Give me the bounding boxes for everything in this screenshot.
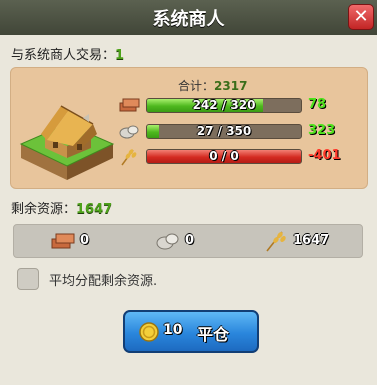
wheat-bar-text: 0 / 0 [209,149,239,163]
resource-row-wheat: 0 / 0 -401 [118,148,358,166]
trade-count-line: 与系统商人交易：1 [11,44,124,63]
wheat-icon [266,231,286,252]
remaining-value: 1647 [76,202,113,217]
close-button[interactable]: ✕ [348,4,374,30]
distribute-evenly-checkbox[interactable] [17,268,39,290]
balance-cost: 10 [163,322,183,338]
remaining-brick: 0 [50,230,120,252]
wheat-icon [121,149,137,166]
total-line: 合计：2317 [178,77,247,94]
stone-bar-text: 27 / 350 [196,124,252,138]
trade-count-label: 与系统商人交易： [11,48,116,63]
brick-icon [51,233,75,249]
close-icon: ✕ [353,6,369,27]
remaining-brick-value: 0 [80,233,90,248]
brick-icon [119,98,140,112]
wheat-progress-bar: 0 / 0 [146,149,302,164]
dialog-title: 系统商人 [152,9,225,30]
remaining-stone: 0 [155,230,225,252]
remaining-line: 剩余资源：1647 [11,198,112,217]
remaining-label: 剩余资源： [11,202,77,217]
town-hall-icon [19,105,115,180]
stone-icon [156,233,179,250]
stone-icon [119,125,139,139]
resource-row-stone: 27 / 350 323 [118,123,358,141]
stone-delta: 323 [308,123,336,138]
merchant-dialog: 系统商人 ✕ 与系统商人交易：1 合计：2317 242 / 320 78 27… [0,0,377,385]
remaining-stone-value: 0 [185,233,195,248]
distribute-evenly-label: 平均分配剩余资源. [49,274,158,289]
remaining-wheat: 1647 [263,230,353,252]
brick-progress-bar: 242 / 320 [146,98,302,113]
title-bar: 系统商人 ✕ [0,0,377,35]
total-label: 合计： [178,79,215,93]
brick-delta: 78 [308,97,327,112]
remaining-breakdown: 0 0 1647 [13,224,363,258]
balance-button[interactable]: 10 平仓 [123,310,259,353]
wheat-delta: -401 [308,148,341,163]
gold-coin-icon [139,322,159,342]
balance-label: 平仓 [197,325,230,344]
resource-row-brick: 242 / 320 78 [118,97,358,115]
stone-progress-bar: 27 / 350 [146,124,302,139]
trade-count-value: 1 [115,48,125,63]
brick-bar-text: 242 / 320 [192,98,256,112]
total-value: 2317 [214,79,248,93]
remaining-wheat-value: 1647 [293,233,330,248]
